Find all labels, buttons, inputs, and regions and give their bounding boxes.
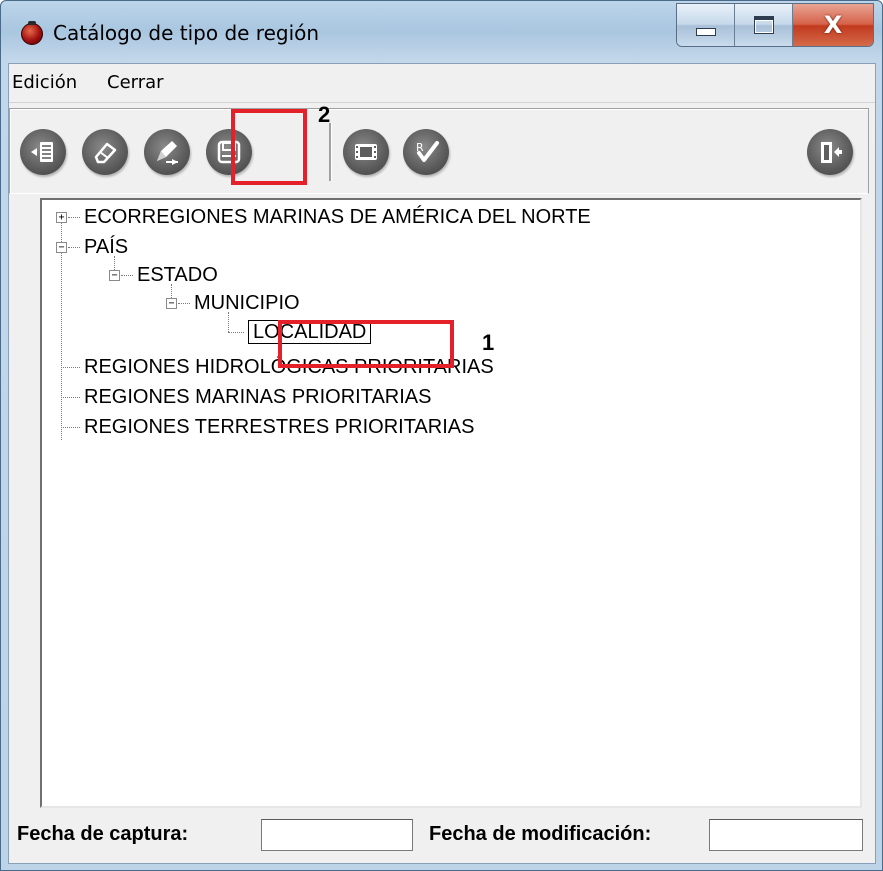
- check-r-button[interactable]: R: [403, 129, 449, 175]
- tree-line: [178, 303, 190, 304]
- new-record-icon: [31, 142, 53, 162]
- close-icon: X: [823, 11, 843, 39]
- footer-bar: Fecha de captura: Fecha de modificación:: [9, 810, 875, 860]
- minimize-button[interactable]: [677, 4, 735, 46]
- expand-toggle[interactable]: +: [56, 212, 67, 223]
- modified-date-label: Fecha de modificación:: [429, 823, 652, 845]
- tree-node-pais[interactable]: PAÍS: [84, 236, 128, 258]
- collapse-toggle[interactable]: −: [109, 270, 120, 281]
- app-window: Catálogo de tipo de región X Edición Cer…: [0, 0, 883, 871]
- new-record-button[interactable]: [20, 129, 66, 175]
- tree-line: [121, 275, 133, 276]
- capture-date-field[interactable]: [261, 819, 413, 851]
- tree-line: [61, 367, 80, 368]
- callout-number-2: 2: [318, 102, 331, 127]
- check-r-icon: R: [416, 141, 439, 162]
- client-area: Edición Cerrar R + ECORREGIONES MARINAS …: [8, 63, 876, 864]
- tree-node-municipio[interactable]: MUNICIPIO: [194, 292, 300, 314]
- tree-line: [61, 222, 62, 440]
- close-button[interactable]: X: [793, 4, 873, 46]
- collapse-toggle[interactable]: −: [166, 298, 177, 309]
- exit-door-icon: [821, 142, 842, 163]
- tree-line: [228, 312, 229, 332]
- region-type-tree[interactable]: + ECORREGIONES MARINAS DE AMÉRICA DEL NO…: [40, 198, 862, 808]
- modified-date-field[interactable]: [709, 819, 863, 851]
- tree-node-hidrologicas[interactable]: REGIONES HIDROLÓGICAS PRIORITARIAS: [84, 356, 494, 378]
- tree-line: [61, 397, 80, 398]
- menu-bar: Edición Cerrar: [9, 64, 875, 103]
- toolbar: R: [9, 108, 869, 194]
- capture-date-label: Fecha de captura:: [17, 823, 189, 845]
- callout-number-1: 1: [482, 330, 495, 355]
- save-button[interactable]: [206, 129, 252, 175]
- save-icon: [217, 140, 241, 164]
- app-ladybug-icon: [21, 21, 43, 45]
- tree-node-terrestres[interactable]: REGIONES TERRESTRES PRIORITARIAS: [84, 416, 474, 438]
- tree-node-estado[interactable]: ESTADO: [137, 264, 218, 286]
- menu-edicion[interactable]: Edición: [12, 72, 77, 93]
- tree-node-localidad-edit[interactable]: LOCALIDAD: [248, 320, 372, 344]
- collapse-toggle[interactable]: −: [56, 242, 67, 253]
- tree-line: [228, 332, 244, 333]
- tree-node-ecorregiones[interactable]: ECORREGIONES MARINAS DE AMÉRICA DEL NORT…: [84, 206, 591, 228]
- erase-icon: [94, 142, 117, 164]
- tree-line: [171, 284, 172, 298]
- minimize-icon: [695, 28, 716, 36]
- tree-line: [61, 427, 80, 428]
- erase-button[interactable]: [82, 129, 128, 175]
- edit-icon: [157, 141, 178, 165]
- film-button[interactable]: [343, 129, 389, 175]
- tree-line: [68, 247, 80, 248]
- exit-button[interactable]: [807, 129, 853, 175]
- tree-line: [68, 217, 80, 218]
- maximize-button[interactable]: [735, 4, 793, 46]
- window-title: Catálogo de tipo de región: [53, 21, 320, 45]
- menu-cerrar[interactable]: Cerrar: [107, 72, 164, 93]
- tree-line: [114, 256, 115, 270]
- tree-node-marinas[interactable]: REGIONES MARINAS PRIORITARIAS: [84, 386, 431, 408]
- toolbar-separator: [329, 123, 332, 181]
- title-bar[interactable]: Catálogo de tipo de región X: [1, 1, 882, 63]
- window-controls: X: [676, 3, 874, 47]
- edit-button[interactable]: [144, 129, 190, 175]
- maximize-icon: [753, 16, 774, 34]
- film-icon: [355, 144, 377, 160]
